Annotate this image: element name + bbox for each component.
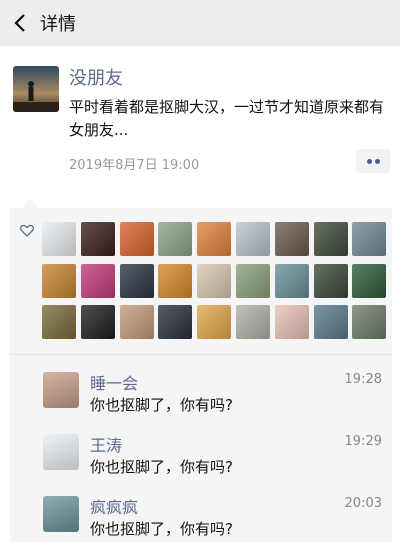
like-avatar[interactable] (274, 222, 309, 256)
commenter-avatar[interactable] (43, 496, 79, 532)
like-avatar[interactable] (158, 222, 193, 256)
like-avatar[interactable] (119, 263, 154, 298)
author-name[interactable]: 没朋友 (69, 64, 123, 90)
post-time: 2019年8月7日 19:00 (69, 158, 200, 173)
commenter-name[interactable]: 王涛 (90, 432, 122, 456)
like-avatar[interactable] (352, 263, 387, 298)
likes-and-comments: 睡一会 19:28 你也抠脚了，你有吗? 王涛 19:29 你也抠脚了，你有吗? 疯疯疯 20… (10, 208, 392, 542)
author-avatar[interactable] (13, 66, 59, 112)
dot-icon (366, 158, 372, 164)
like-avatar[interactable] (197, 222, 232, 256)
more-actions-button[interactable] (356, 149, 390, 173)
like-avatar[interactable] (236, 305, 270, 339)
like-avatar[interactable] (80, 263, 115, 298)
like-avatar[interactable] (274, 263, 309, 298)
back-button[interactable] (0, 0, 40, 46)
dot-icon (374, 158, 380, 164)
comment-time: 19:28 (344, 372, 382, 387)
commenter-avatar[interactable] (43, 434, 79, 470)
commenter-name[interactable]: 睡一会 (90, 370, 138, 394)
like-avatar[interactable] (80, 305, 115, 339)
like-avatar[interactable] (236, 263, 270, 298)
like-avatar[interactable] (42, 305, 76, 339)
comment-item[interactable]: 王涛 19:29 你也抠脚了，你有吗? (10, 434, 392, 494)
comment-item[interactable]: 睡一会 19:28 你也抠脚了，你有吗? (10, 372, 392, 432)
heart-icon (20, 224, 34, 237)
like-avatar[interactable] (158, 305, 193, 339)
divider (10, 354, 392, 355)
like-avatar[interactable] (119, 305, 154, 339)
comment-time: 20:03 (344, 496, 382, 511)
comment-item[interactable]: 疯疯疯 20:03 你也抠脚了，你有吗? (10, 496, 392, 547)
like-avatar[interactable] (313, 222, 348, 256)
post-content: 平时看着都是抠脚大汉，一过节才知道原来都有女朋友... (69, 98, 385, 139)
like-avatar[interactable] (42, 263, 76, 298)
like-avatar[interactable] (352, 222, 387, 256)
comment-text: 你也抠脚了，你有吗? (90, 520, 233, 538)
like-avatar[interactable] (274, 305, 309, 339)
comment-text: 你也抠脚了，你有吗? (90, 396, 233, 414)
nav-bar: 详情 (0, 0, 400, 46)
like-avatar[interactable] (80, 222, 115, 256)
like-avatar[interactable] (313, 305, 348, 339)
commenter-avatar[interactable] (43, 372, 79, 408)
like-avatar[interactable] (119, 222, 154, 256)
like-avatar[interactable] (236, 222, 270, 256)
like-avatar[interactable] (197, 263, 232, 298)
like-avatar[interactable] (197, 305, 232, 339)
like-avatar[interactable] (313, 263, 348, 298)
page-title: 详情 (40, 14, 76, 35)
like-avatar[interactable] (352, 305, 387, 339)
chevron-left-icon (14, 14, 25, 32)
comment-text: 你也抠脚了，你有吗? (90, 458, 233, 476)
like-avatar[interactable] (42, 222, 76, 256)
commenter-name[interactable]: 疯疯疯 (90, 494, 138, 518)
like-avatar[interactable] (158, 263, 193, 298)
likes-pointer (22, 198, 38, 208)
comment-time: 19:29 (344, 434, 382, 449)
